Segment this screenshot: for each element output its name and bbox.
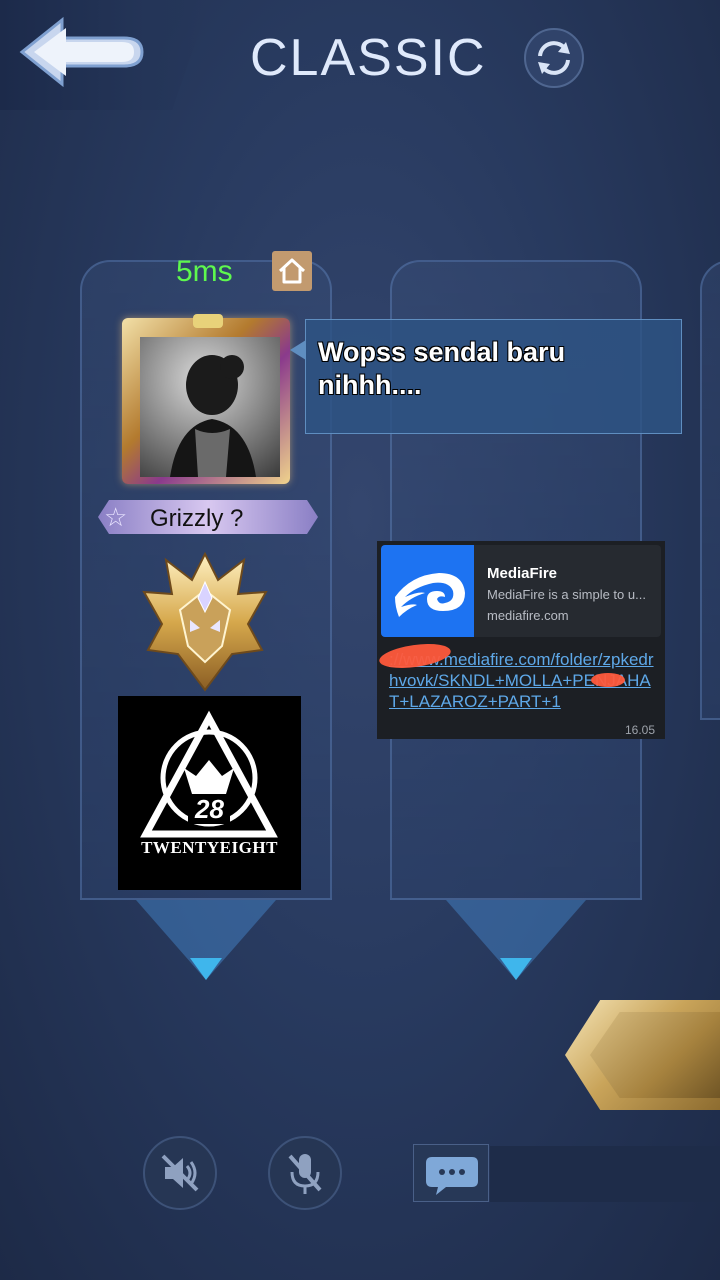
page-title: CLASSIC [250, 29, 487, 87]
chat-input-bar[interactable] [490, 1146, 720, 1202]
link-preview-header[interactable]: MediaFire MediaFire is a simple to u... … [381, 545, 661, 637]
player-name: Grizzly ? [150, 505, 244, 532]
chat-bubble-icon [426, 1157, 478, 1195]
refresh-button[interactable] [524, 28, 584, 88]
avatar[interactable] [140, 337, 280, 477]
lane-1-tip-accent [190, 958, 222, 980]
squad-name: TWENTYEIGHT [141, 838, 278, 857]
back-button[interactable] [0, 0, 210, 110]
squad-number: 28 [195, 794, 224, 824]
avatar-frame-crest [193, 314, 223, 328]
star-icon: ☆ [104, 502, 128, 532]
squad-logo: 28 TWENTYEIGHT [118, 696, 301, 890]
chat-message: Wopss sendal baru nihhh.... [318, 337, 566, 400]
squad-emblem-icon [140, 710, 278, 838]
rank-emblem [140, 550, 270, 695]
lane-2-tip-accent [500, 958, 532, 980]
chat-bubble-tail [290, 340, 306, 360]
mediafire-logo [381, 545, 474, 637]
back-arrow-icon [19, 16, 144, 88]
chat-button[interactable] [413, 1144, 489, 1202]
refresh-icon [538, 41, 570, 75]
speaker-mute-button[interactable] [143, 1136, 217, 1210]
mediafire-flame-icon [395, 573, 465, 617]
mic-muted-icon [288, 1154, 322, 1194]
link-title: MediaFire [487, 565, 558, 582]
home-badge [272, 251, 312, 291]
mic-mute-button[interactable] [268, 1136, 342, 1210]
avatar-silhouette-icon [170, 355, 256, 477]
ping-indicator: 5ms [176, 255, 233, 288]
redaction-scribble-2 [591, 673, 625, 687]
message-timestamp: 16.05 [624, 723, 655, 737]
link-description: MediaFire is a simple to u... [487, 587, 646, 602]
link-domain: mediafire.com [487, 608, 569, 623]
home-icon [278, 258, 306, 284]
link-preview-card[interactable]: MediaFire MediaFire is a simple to u... … [377, 541, 665, 739]
mythic-rank-emblem-icon [142, 551, 268, 692]
player-slot-lane-3 [700, 260, 720, 720]
speaker-muted-icon [161, 1154, 199, 1192]
